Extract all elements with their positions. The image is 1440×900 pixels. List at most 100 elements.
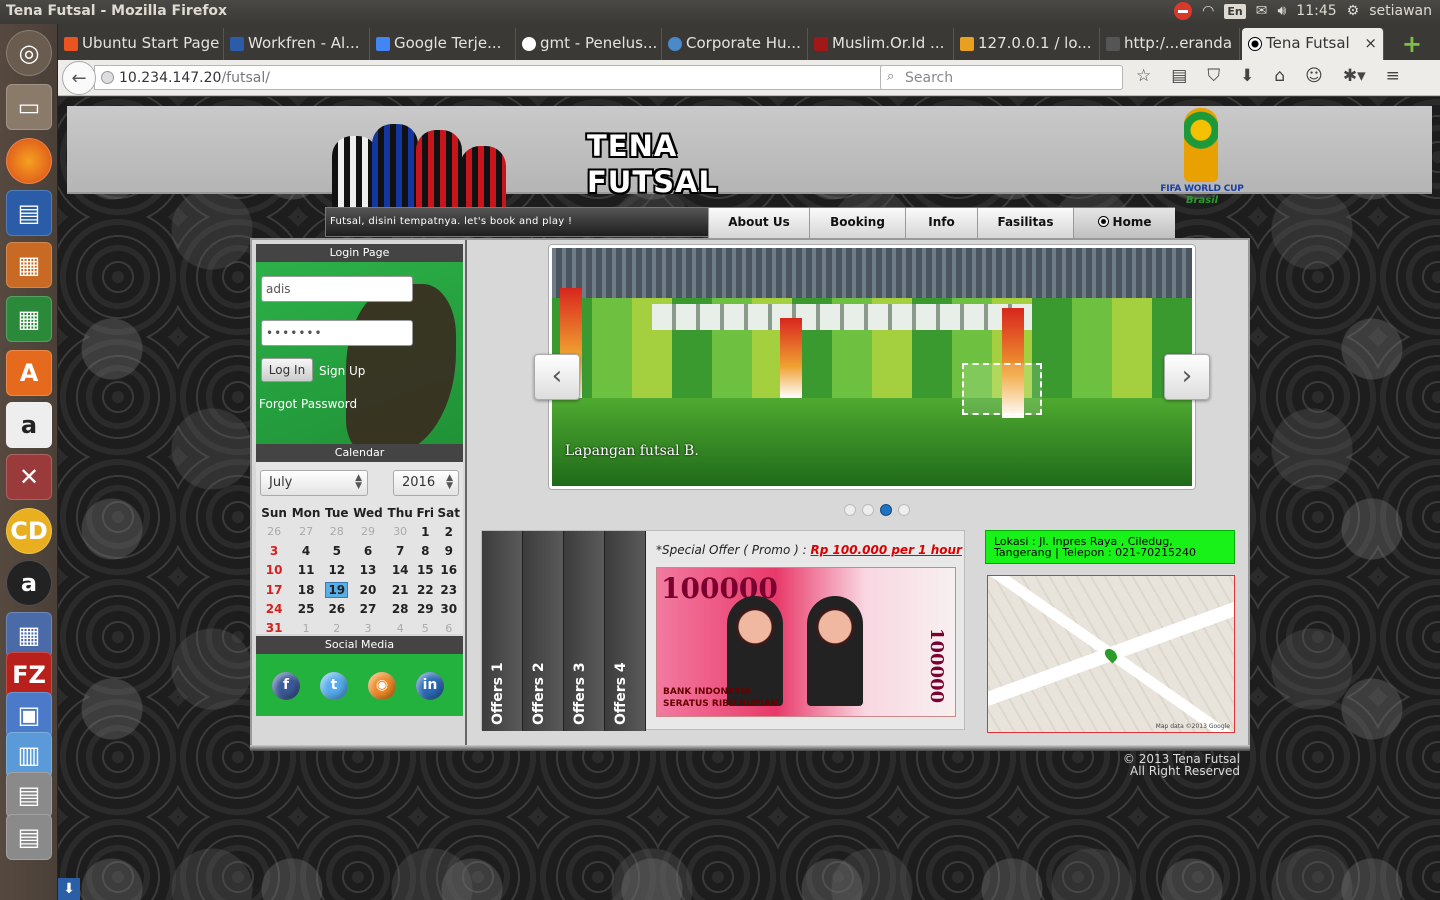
firefox-icon[interactable] [6, 138, 52, 184]
location-map[interactable]: Map data ©2013 Google [987, 575, 1235, 733]
calendar-day[interactable]: 18 [289, 580, 323, 599]
calendar-day[interactable]: 5 [323, 541, 351, 560]
offers-tab-3[interactable]: Offers 3 [564, 531, 605, 731]
files-icon[interactable]: ▭ [6, 84, 52, 130]
calendar-day[interactable]: 14 [385, 561, 415, 580]
calendar-day[interactable]: 9 [436, 541, 462, 560]
cd-icon[interactable]: CD [6, 508, 52, 554]
offers-tab-2[interactable]: Offers 2 [523, 531, 564, 731]
chat-icon[interactable]: ☺ [1305, 66, 1323, 86]
site-logo[interactable]: TENA FUTSAL [587, 128, 718, 200]
calendar-day[interactable]: 21 [385, 580, 415, 599]
offers-tab-4[interactable]: Offers 4 [605, 531, 646, 731]
tab-gmt-search[interactable]: gmt - Penelus... [516, 28, 662, 60]
calendar-day[interactable]: 2 [436, 522, 462, 541]
calendar-day[interactable]: 31 [259, 618, 289, 637]
signup-link[interactable]: Sign Up [319, 364, 365, 378]
tab-ubuntu-start[interactable]: Ubuntu Start Page [58, 28, 224, 60]
calendar-day[interactable]: 10 [259, 561, 289, 580]
trash-stack-icon[interactable]: ▤ [6, 772, 52, 818]
linkedin-icon[interactable]: in [416, 672, 444, 700]
slider-prev-button[interactable]: ‹ [534, 354, 580, 400]
offers-tab-1[interactable]: Offers 1 [482, 531, 523, 731]
tab-google-translate[interactable]: Google Terje... [370, 28, 516, 60]
facebook-icon[interactable]: f [272, 672, 300, 700]
download-icon[interactable]: ⬇ [1240, 66, 1254, 86]
dash-home-icon[interactable]: ◎ [6, 30, 52, 76]
impress-icon[interactable]: ▦ [6, 242, 52, 288]
calendar-day[interactable]: 11 [289, 561, 323, 580]
clock[interactable]: 11:45 [1296, 3, 1336, 19]
slider-dot[interactable] [898, 504, 910, 516]
login-button[interactable]: Log In [261, 358, 313, 382]
nav-fasilitas[interactable]: Fasilitas [977, 208, 1073, 238]
calendar-day[interactable]: 1 [415, 522, 436, 541]
calendar-day-today[interactable]: 19 [323, 580, 351, 599]
calendar-day[interactable]: 26 [323, 599, 351, 618]
slider-next-button[interactable]: › [1164, 354, 1210, 400]
software-center-icon[interactable]: A [6, 350, 52, 396]
update-indicator-icon[interactable] [1174, 2, 1193, 20]
tab-corporate[interactable]: Corporate Hu... [662, 28, 808, 60]
calendar-day[interactable]: 4 [289, 541, 323, 560]
nav-about-us[interactable]: About Us [708, 208, 809, 238]
slider-dot[interactable] [844, 504, 856, 516]
settings-gear-icon[interactable]: ⚙ [1347, 3, 1360, 19]
wifi-icon[interactable]: ◠ [1202, 3, 1214, 19]
mail-icon[interactable]: ✉ [1256, 3, 1268, 19]
keyboard-layout-indicator[interactable]: En [1224, 3, 1246, 19]
calendar-day[interactable]: 30 [436, 599, 462, 618]
close-tab-icon[interactable]: × [1364, 34, 1377, 52]
calendar-day[interactable]: 15 [415, 561, 436, 580]
calendar-day[interactable]: 3 [259, 541, 289, 560]
scroll-down-arrow-icon[interactable]: ⬇ [58, 878, 80, 900]
new-tab-icon[interactable]: + [1402, 30, 1422, 58]
calendar-day[interactable]: 12 [323, 561, 351, 580]
calendar-day[interactable]: 27 [351, 599, 386, 618]
calendar-day[interactable]: 25 [289, 599, 323, 618]
rss-icon[interactable]: ◉ [368, 672, 396, 700]
calendar-day[interactable]: 22 [415, 580, 436, 599]
password-field[interactable]: ••••••• [261, 320, 413, 346]
search-input[interactable]: ⌕ Search [880, 65, 1123, 90]
amazon-icon[interactable]: a [6, 402, 52, 448]
calendar-day[interactable]: 29 [415, 599, 436, 618]
calendar-day[interactable]: 7 [385, 541, 415, 560]
bookmark-star-icon[interactable]: ☆ [1136, 66, 1151, 86]
calendar-day[interactable]: 24 [259, 599, 289, 618]
tab-workfren[interactable]: Workfren - Al... [224, 28, 370, 60]
calendar-day[interactable]: 23 [436, 580, 462, 599]
back-button[interactable]: ← [62, 61, 96, 95]
volume-icon[interactable]: 🔊︎ [1277, 3, 1286, 19]
nav-home[interactable]: Home [1073, 208, 1175, 238]
calendar-day[interactable]: 28 [385, 599, 415, 618]
twitter-icon[interactable]: t [320, 672, 348, 700]
calendar-day[interactable]: 16 [436, 561, 462, 580]
tab-muslim[interactable]: Muslim.Or.Id ... [808, 28, 954, 60]
calendar-day[interactable]: 13 [351, 561, 386, 580]
promo-price-link[interactable]: Rp 100.000 per 1 hour [811, 543, 962, 557]
launcher-stack-icon[interactable]: ▤ [6, 814, 52, 860]
menu-hamburger-icon[interactable]: ≡ [1386, 66, 1400, 86]
nav-booking[interactable]: Booking [809, 208, 905, 238]
home-icon[interactable]: ⌂ [1274, 66, 1285, 86]
calendar-day[interactable]: 6 [351, 541, 386, 560]
url-bar[interactable]: 10.234.147.20/futsal/ ▾ ↻ [94, 65, 932, 90]
pocket-icon[interactable]: ⛉ [1207, 66, 1220, 86]
month-select[interactable]: July ▲ ▼ [260, 470, 368, 496]
tab-phpmyadmin[interactable]: 127.0.0.1 / lo... [954, 28, 1100, 60]
calc-icon[interactable]: ▦ [6, 296, 52, 342]
username-field[interactable]: adis [261, 276, 413, 302]
year-select[interactable]: 2016 ▲ ▼ [393, 470, 459, 496]
tab-tena-futsal[interactable]: Tena Futsal × [1242, 28, 1384, 60]
user-name[interactable]: setiawan [1369, 3, 1432, 19]
calendar-day[interactable]: 17 [259, 580, 289, 599]
calendar-day[interactable]: 20 [351, 580, 386, 599]
system-settings-icon[interactable]: ✕ [6, 454, 52, 500]
nav-info[interactable]: Info [905, 208, 977, 238]
writer-icon[interactable]: ▤ [6, 190, 52, 236]
slider-dot[interactable] [862, 504, 874, 516]
reading-list-icon[interactable]: ▤ [1171, 66, 1187, 86]
calendar-day[interactable]: 8 [415, 541, 436, 560]
tab-beranda[interactable]: http:/...eranda [1100, 28, 1240, 60]
